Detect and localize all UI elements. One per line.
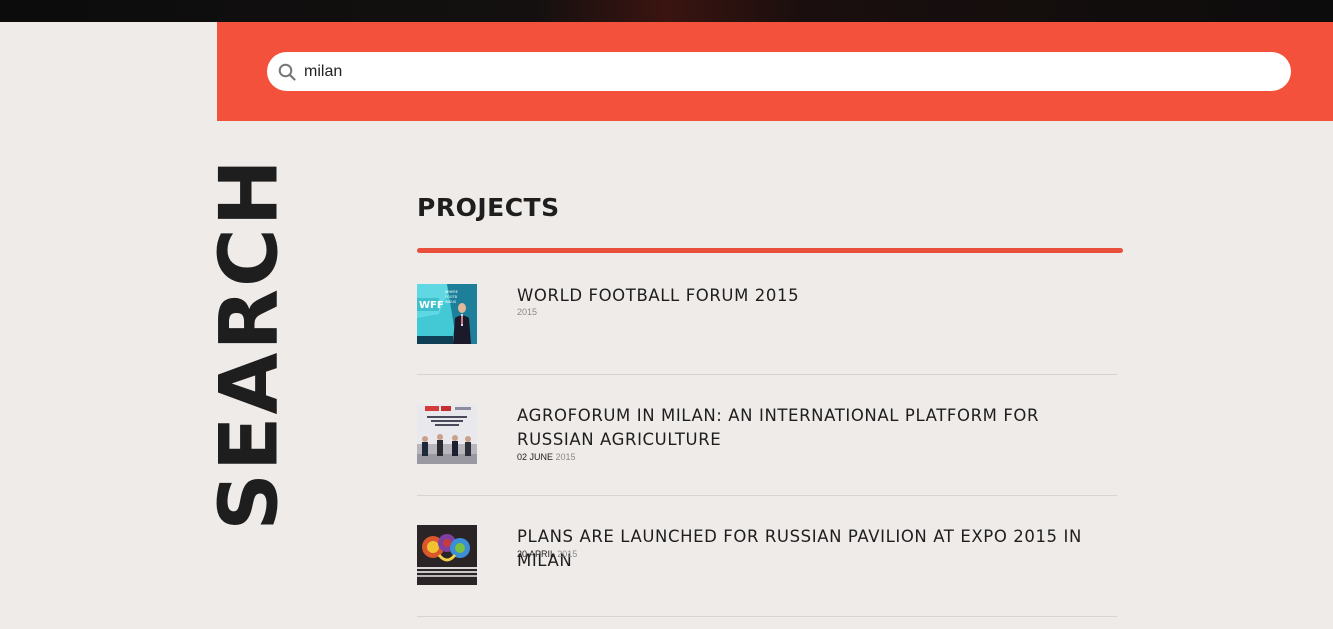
top-banner-strip bbox=[0, 0, 1333, 22]
result-title-link[interactable]: PLANS ARE LAUNCHED FOR RUSSIAN PAVILION … bbox=[517, 525, 1097, 573]
result-divider bbox=[417, 374, 1117, 375]
svg-text:INDUS: INDUS bbox=[445, 300, 457, 304]
search-input[interactable] bbox=[304, 52, 1264, 91]
result-divider bbox=[417, 495, 1117, 496]
result-date-day: 02 JUNE bbox=[517, 452, 554, 462]
result-divider bbox=[417, 616, 1117, 617]
result-item: AGROFORUM IN MILAN: AN INTERNATIONAL PLA… bbox=[417, 404, 1117, 496]
result-date: 20 APRIL 2015 bbox=[517, 549, 577, 559]
result-date: 2015 bbox=[517, 307, 537, 317]
result-title-link[interactable]: AGROFORUM IN MILAN: AN INTERNATIONAL PLA… bbox=[517, 404, 1097, 452]
result-item: PLANS ARE LAUNCHED FOR RUSSIAN PAVILION … bbox=[417, 525, 1117, 617]
search-box[interactable] bbox=[267, 52, 1291, 91]
svg-text:WFF: WFF bbox=[419, 300, 444, 311]
result-title-link[interactable]: WORLD FOOTBALL FORUM 2015 bbox=[517, 284, 1097, 308]
result-item: WFF WHERE FOOTB INDUS WORLD FOOTBALL FOR… bbox=[417, 284, 1117, 375]
result-date: 02 JUNE 2015 bbox=[517, 452, 576, 462]
search-band bbox=[217, 22, 1333, 121]
section-title: PROJECTS bbox=[417, 193, 560, 222]
result-date-year: 2015 bbox=[555, 452, 576, 462]
result-date-day: 20 APRIL bbox=[517, 549, 555, 559]
svg-text:FOOTB: FOOTB bbox=[445, 295, 458, 299]
section-divider bbox=[417, 248, 1123, 253]
result-thumbnail[interactable] bbox=[417, 404, 477, 464]
page-title-text: SEARCH bbox=[203, 157, 297, 531]
result-date-year: 2015 bbox=[517, 307, 538, 317]
result-thumbnail[interactable]: WFF WHERE FOOTB INDUS bbox=[417, 284, 477, 344]
result-date-year: 2015 bbox=[557, 549, 578, 559]
result-thumbnail[interactable] bbox=[417, 525, 477, 585]
svg-text:WHERE: WHERE bbox=[445, 290, 458, 294]
page-title: SEARCH bbox=[203, 157, 296, 530]
search-icon[interactable] bbox=[278, 63, 296, 81]
